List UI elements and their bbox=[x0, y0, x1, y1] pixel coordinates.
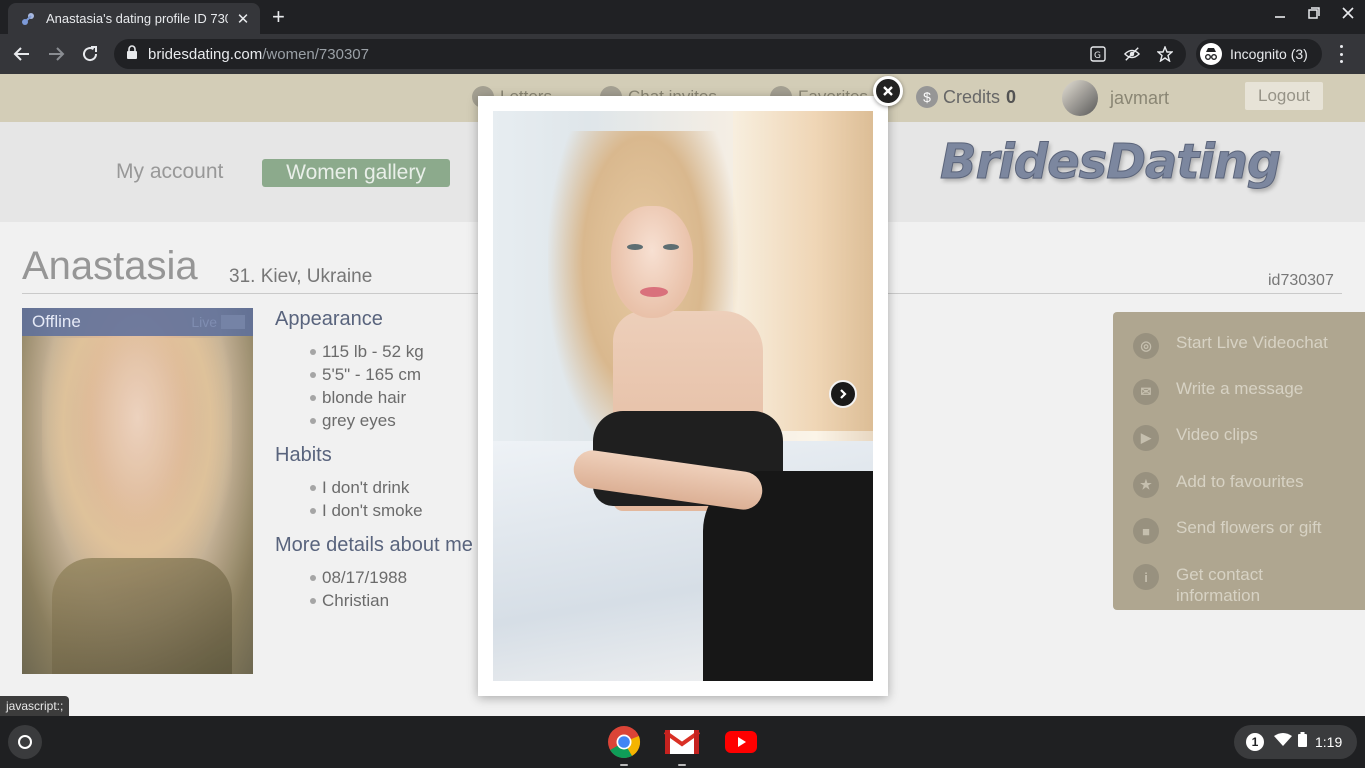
reload-icon[interactable] bbox=[78, 42, 102, 66]
translate-icon[interactable]: G bbox=[1090, 46, 1106, 62]
tab-close-icon[interactable]: ✕ bbox=[234, 10, 252, 28]
clock: 1:19 bbox=[1315, 734, 1343, 750]
eye-slash-icon[interactable] bbox=[1124, 46, 1140, 62]
next-photo-button[interactable] bbox=[829, 380, 857, 408]
chevron-right-icon bbox=[840, 389, 847, 399]
system-tray[interactable]: 1 1:19 bbox=[1234, 725, 1357, 759]
chrome-app-icon[interactable] bbox=[606, 724, 642, 766]
minimize-window-icon[interactable] bbox=[1273, 6, 1287, 25]
incognito-label: Incognito (3) bbox=[1230, 46, 1308, 62]
wifi-icon bbox=[1274, 732, 1292, 752]
browser-tab-strip: Anastasia's dating profile ID 730307 ✕ + bbox=[0, 0, 1365, 34]
back-arrow-icon[interactable] bbox=[10, 42, 34, 66]
youtube-app-icon[interactable] bbox=[723, 724, 759, 760]
browser-tab[interactable]: Anastasia's dating profile ID 730307 ✕ bbox=[8, 3, 260, 34]
bookmark-star-icon[interactable] bbox=[1157, 46, 1173, 62]
browser-toolbar: bridesdating.com/women/730307 G Incognit… bbox=[0, 34, 1365, 74]
close-icon bbox=[883, 86, 893, 96]
restore-window-icon[interactable] bbox=[1307, 6, 1321, 25]
forward-arrow-icon[interactable] bbox=[44, 42, 68, 66]
lightbox-photo[interactable] bbox=[493, 111, 873, 681]
url-text: bridesdating.com/women/730307 bbox=[148, 45, 369, 63]
gmail-app-icon[interactable] bbox=[664, 724, 700, 766]
notification-count-badge: 1 bbox=[1246, 733, 1264, 751]
launcher-button[interactable] bbox=[8, 725, 42, 759]
lightbox-close-button[interactable] bbox=[873, 76, 903, 106]
launcher-circle-icon bbox=[18, 735, 32, 749]
lock-icon bbox=[126, 44, 138, 64]
browser-menu-icon[interactable] bbox=[1336, 45, 1346, 63]
web-page: Letters Chat invites Favorites $ Credits… bbox=[0, 74, 1365, 716]
tab-title: Anastasia's dating profile ID 730307 bbox=[46, 11, 228, 26]
photo-lightbox bbox=[478, 96, 888, 696]
incognito-indicator[interactable]: Incognito (3) bbox=[1196, 39, 1322, 69]
incognito-icon bbox=[1200, 43, 1222, 65]
close-window-icon[interactable] bbox=[1341, 6, 1355, 25]
site-favicon-icon bbox=[20, 11, 36, 27]
address-bar[interactable]: bridesdating.com/women/730307 G bbox=[114, 39, 1186, 69]
os-shelf: 1 1:19 bbox=[0, 716, 1365, 768]
new-tab-button[interactable]: + bbox=[272, 5, 285, 29]
link-status-bubble: javascript:; bbox=[0, 696, 70, 716]
svg-text:G: G bbox=[1094, 51, 1101, 61]
battery-icon bbox=[1298, 732, 1307, 752]
